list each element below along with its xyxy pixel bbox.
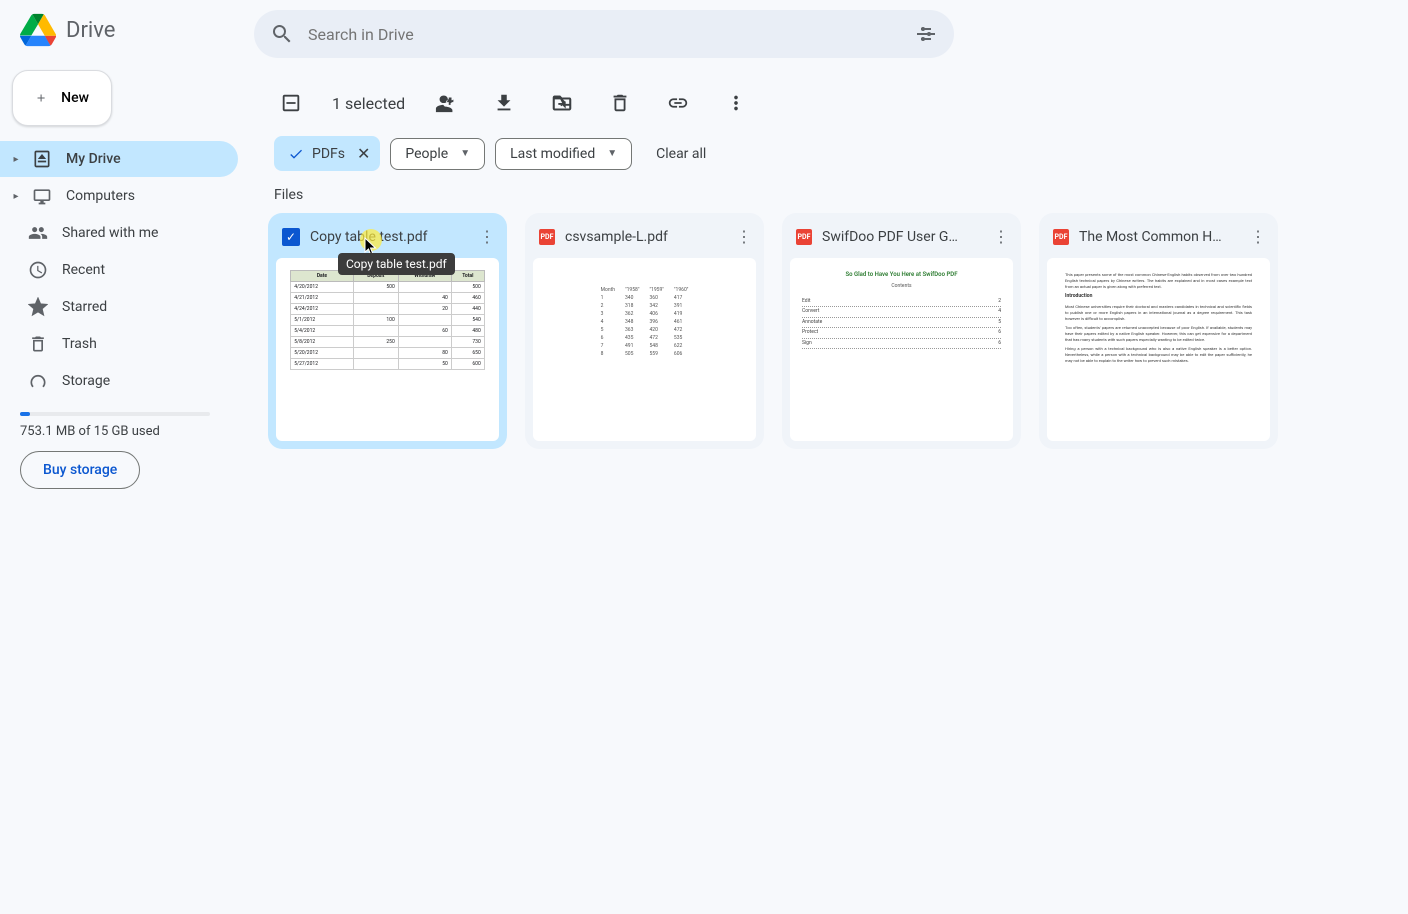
mydrive-icon xyxy=(32,149,52,169)
filter-chip-people[interactable]: People ▼ xyxy=(390,138,485,170)
chip-label: People xyxy=(405,146,448,162)
dropdown-icon: ▼ xyxy=(607,148,617,159)
selection-count: 1 selected xyxy=(332,94,405,113)
buy-storage-button[interactable]: Buy storage xyxy=(20,451,140,489)
link-button[interactable] xyxy=(661,86,695,120)
sidebar-item-recent[interactable]: Recent xyxy=(0,252,238,288)
filter-chip-type[interactable]: PDFs ✕ xyxy=(274,136,380,171)
sidebar-item-label: Storage xyxy=(62,373,110,389)
file-more-icon[interactable]: ⋮ xyxy=(475,225,499,248)
trash-icon xyxy=(28,334,48,354)
sidebar-item-starred[interactable]: Starred xyxy=(0,289,238,325)
search-options-icon[interactable] xyxy=(914,22,938,46)
file-card[interactable]: PDF The Most Common H… ⋮ This paper pres… xyxy=(1039,213,1278,449)
file-name: The Most Common H… xyxy=(1079,229,1236,245)
share-icon xyxy=(435,92,457,114)
chip-label: PDFs xyxy=(312,146,345,162)
chevron-right-icon: ▸ xyxy=(10,191,22,202)
share-button[interactable] xyxy=(429,86,463,120)
deselect-button[interactable] xyxy=(274,86,308,120)
search-icon xyxy=(270,22,294,46)
file-more-icon[interactable]: ⋮ xyxy=(732,225,756,248)
new-button[interactable]: New xyxy=(12,70,112,126)
storage-icon xyxy=(28,371,48,391)
search-input[interactable] xyxy=(308,25,900,44)
storage-bar xyxy=(20,412,210,416)
sidebar-item-label: Trash xyxy=(62,336,97,352)
link-icon xyxy=(667,92,689,114)
checkbox-checked-icon[interactable]: ✓ xyxy=(282,228,300,246)
file-thumbnail: This paper presents some of the most com… xyxy=(1047,258,1270,441)
files-section-label: Files xyxy=(266,187,1390,213)
pdf-icon: PDF xyxy=(1053,229,1069,245)
sidebar-item-storage[interactable]: Storage xyxy=(0,363,238,399)
sidebar-item-label: Recent xyxy=(62,262,105,278)
pdf-icon: PDF xyxy=(796,229,812,245)
delete-icon xyxy=(609,92,631,114)
file-card[interactable]: PDF SwifDoo PDF User G… ⋮ So Glad to Hav… xyxy=(782,213,1021,449)
starred-icon xyxy=(28,297,48,317)
delete-button[interactable] xyxy=(603,86,637,120)
download-icon xyxy=(493,92,515,114)
check-icon xyxy=(288,146,304,162)
file-thumbnail: DateDepositWithdrawTotal 4/20/2012500500… xyxy=(276,258,499,441)
sidebar-item-label: Shared with me xyxy=(62,225,158,241)
sidebar-item-shared[interactable]: Shared with me xyxy=(0,215,238,251)
chevron-right-icon: ▸ xyxy=(10,154,22,165)
file-more-icon[interactable]: ⋮ xyxy=(989,225,1013,248)
computers-icon xyxy=(32,186,52,206)
plus-icon xyxy=(35,87,47,109)
file-name: SwifDoo PDF User G… xyxy=(822,229,979,245)
sidebar-item-label: Computers xyxy=(66,188,135,204)
pdf-icon: PDF xyxy=(539,229,555,245)
more-vert-icon xyxy=(725,92,747,114)
more-button[interactable] xyxy=(719,86,753,120)
file-card[interactable]: PDF csvsample-L.pdf ⋮ Month12345678 "195… xyxy=(525,213,764,449)
move-icon xyxy=(551,92,573,114)
filter-chip-modified[interactable]: Last modified ▼ xyxy=(495,138,632,170)
file-name: Copy table test.pdf xyxy=(310,229,465,245)
sidebar-item-mydrive[interactable]: ▸ My Drive xyxy=(0,141,238,177)
dropdown-icon: ▼ xyxy=(460,148,470,159)
files-grid: ✓ Copy table test.pdf ⋮ DateDepositWithd… xyxy=(266,213,1390,449)
sidebar-item-label: Starred xyxy=(62,299,107,315)
move-button[interactable] xyxy=(545,86,579,120)
sidebar-item-computers[interactable]: ▸ Computers xyxy=(0,178,238,214)
close-icon[interactable]: ✕ xyxy=(357,144,370,163)
search-bar[interactable] xyxy=(254,10,954,58)
file-more-icon[interactable]: ⋮ xyxy=(1246,225,1270,248)
deselect-icon xyxy=(280,92,302,114)
file-thumbnail: Month12345678 "1958"34031836234836343549… xyxy=(533,258,756,441)
sidebar-item-trash[interactable]: Trash xyxy=(0,326,238,362)
file-thumbnail: So Glad to Have You Here at SwifDoo PDF … xyxy=(790,258,1013,441)
chip-label: Last modified xyxy=(510,146,595,162)
drive-logo[interactable]: Drive xyxy=(0,0,248,64)
drive-logo-icon xyxy=(20,12,56,48)
recent-icon xyxy=(28,260,48,280)
file-card[interactable]: ✓ Copy table test.pdf ⋮ DateDepositWithd… xyxy=(268,213,507,449)
new-button-label: New xyxy=(61,90,89,106)
file-name: csvsample-L.pdf xyxy=(565,229,722,245)
sidebar-item-label: My Drive xyxy=(66,151,121,167)
shared-icon xyxy=(28,223,48,243)
app-name: Drive xyxy=(66,18,115,43)
download-button[interactable] xyxy=(487,86,521,120)
storage-used-text: 753.1 MB of 15 GB used xyxy=(20,424,228,439)
clear-filters-button[interactable]: Clear all xyxy=(656,146,706,162)
